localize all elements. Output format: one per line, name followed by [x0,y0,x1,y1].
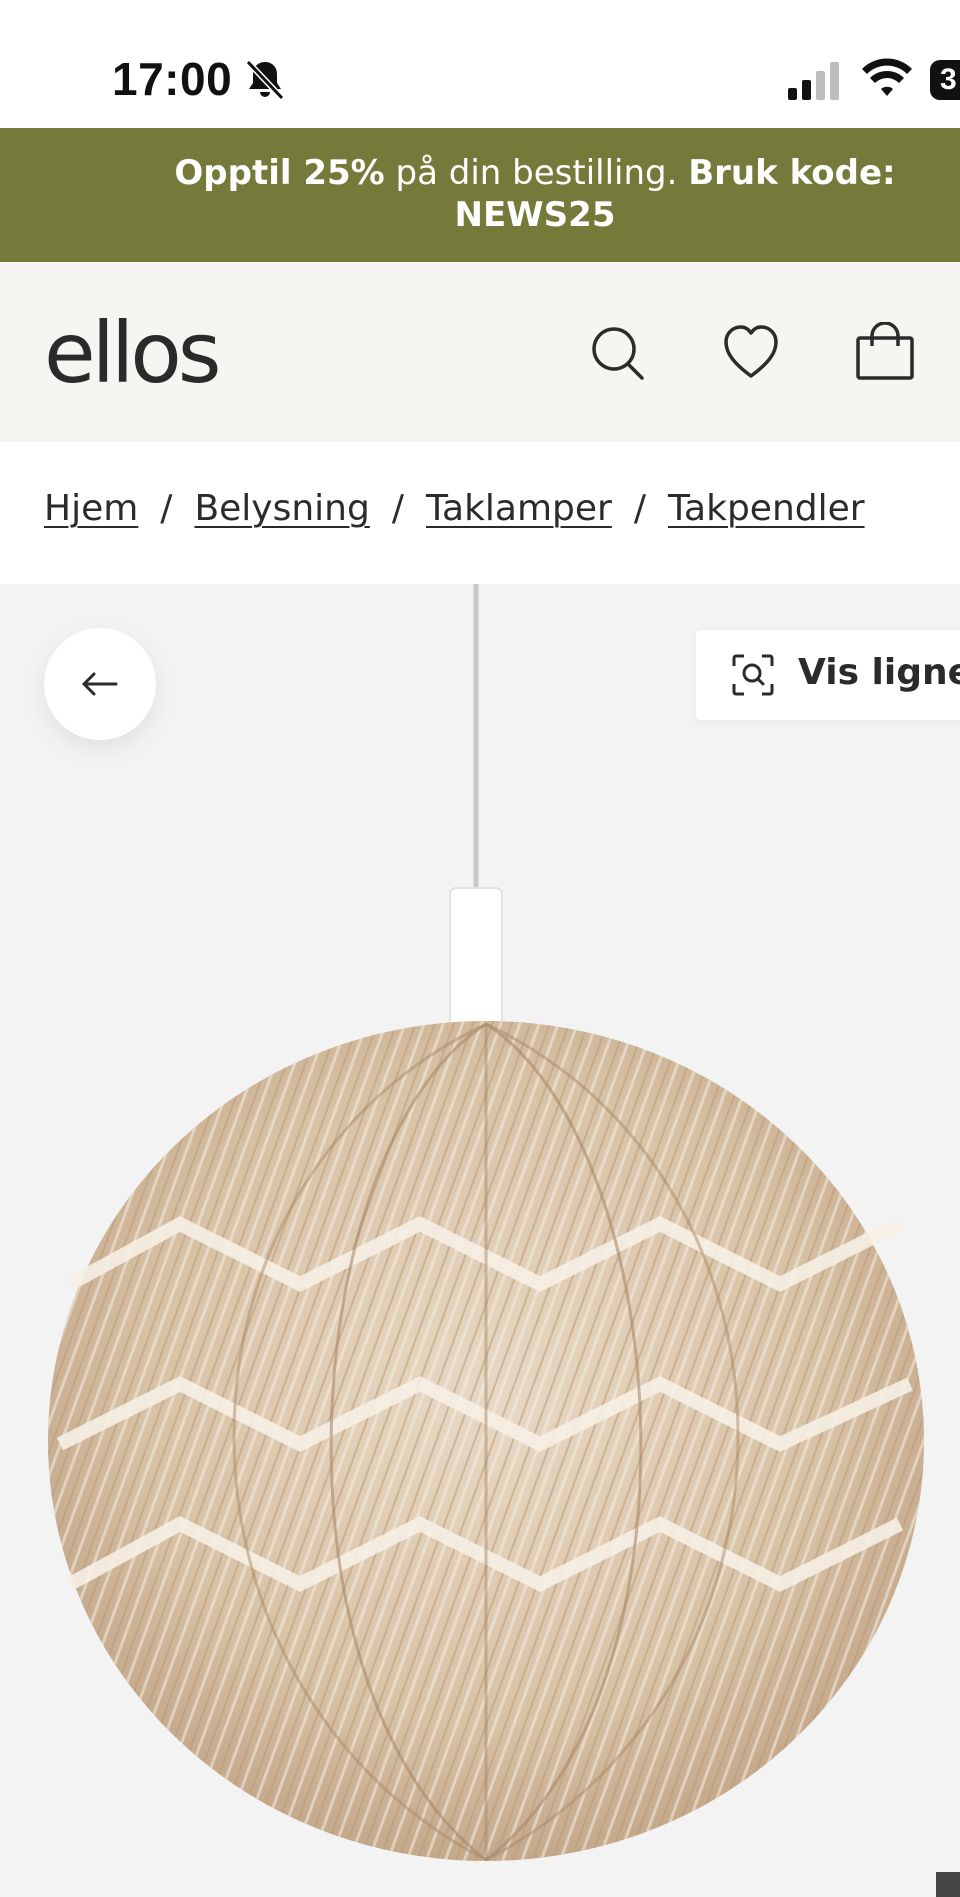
visual-search-label: Vis lignende [798,652,960,693]
back-button[interactable] [44,628,156,740]
breadcrumb-separator: / [160,488,173,529]
breadcrumb-home[interactable]: Hjem [44,488,138,529]
search-icon[interactable] [588,322,650,384]
breadcrumb-ceiling-lamps[interactable]: Taklamper [426,488,612,529]
visual-search-button[interactable]: Vis lignende [696,630,960,720]
promo-text: på din bestilling. [384,153,689,193]
arrow-left-icon [82,672,118,696]
product-image[interactable]: Vis lignende [0,584,960,1897]
bag-icon[interactable] [854,322,916,384]
breadcrumb-separator: / [391,488,404,529]
promo-banner[interactable]: Opptil 25% på din bestilling. Bruk kode:… [0,128,960,262]
breadcrumb-pendants[interactable]: Takpendler [668,488,865,529]
wifi-icon [862,58,912,96]
heart-icon[interactable] [720,322,782,384]
site-header: ellos [0,262,960,442]
visual-search-icon [732,654,774,696]
breadcrumb: Hjem / Belysning / Taklamper / Takpendler [0,442,960,584]
status-bar: 17:00 3 [0,0,960,128]
battery-icon: 3 [930,60,960,100]
ellos-logo[interactable]: ellos [44,304,222,402]
scroll-indicator [936,1872,960,1897]
status-time: 17:00 [112,53,233,105]
promo-discount: Opptil 25% [174,153,385,193]
breadcrumb-separator: / [633,488,646,529]
bell-muted-icon [245,59,285,101]
rattan-pendant-lamp-image [48,584,924,1862]
breadcrumb-lighting[interactable]: Belysning [194,488,369,529]
cellular-signal-icon [788,62,839,100]
